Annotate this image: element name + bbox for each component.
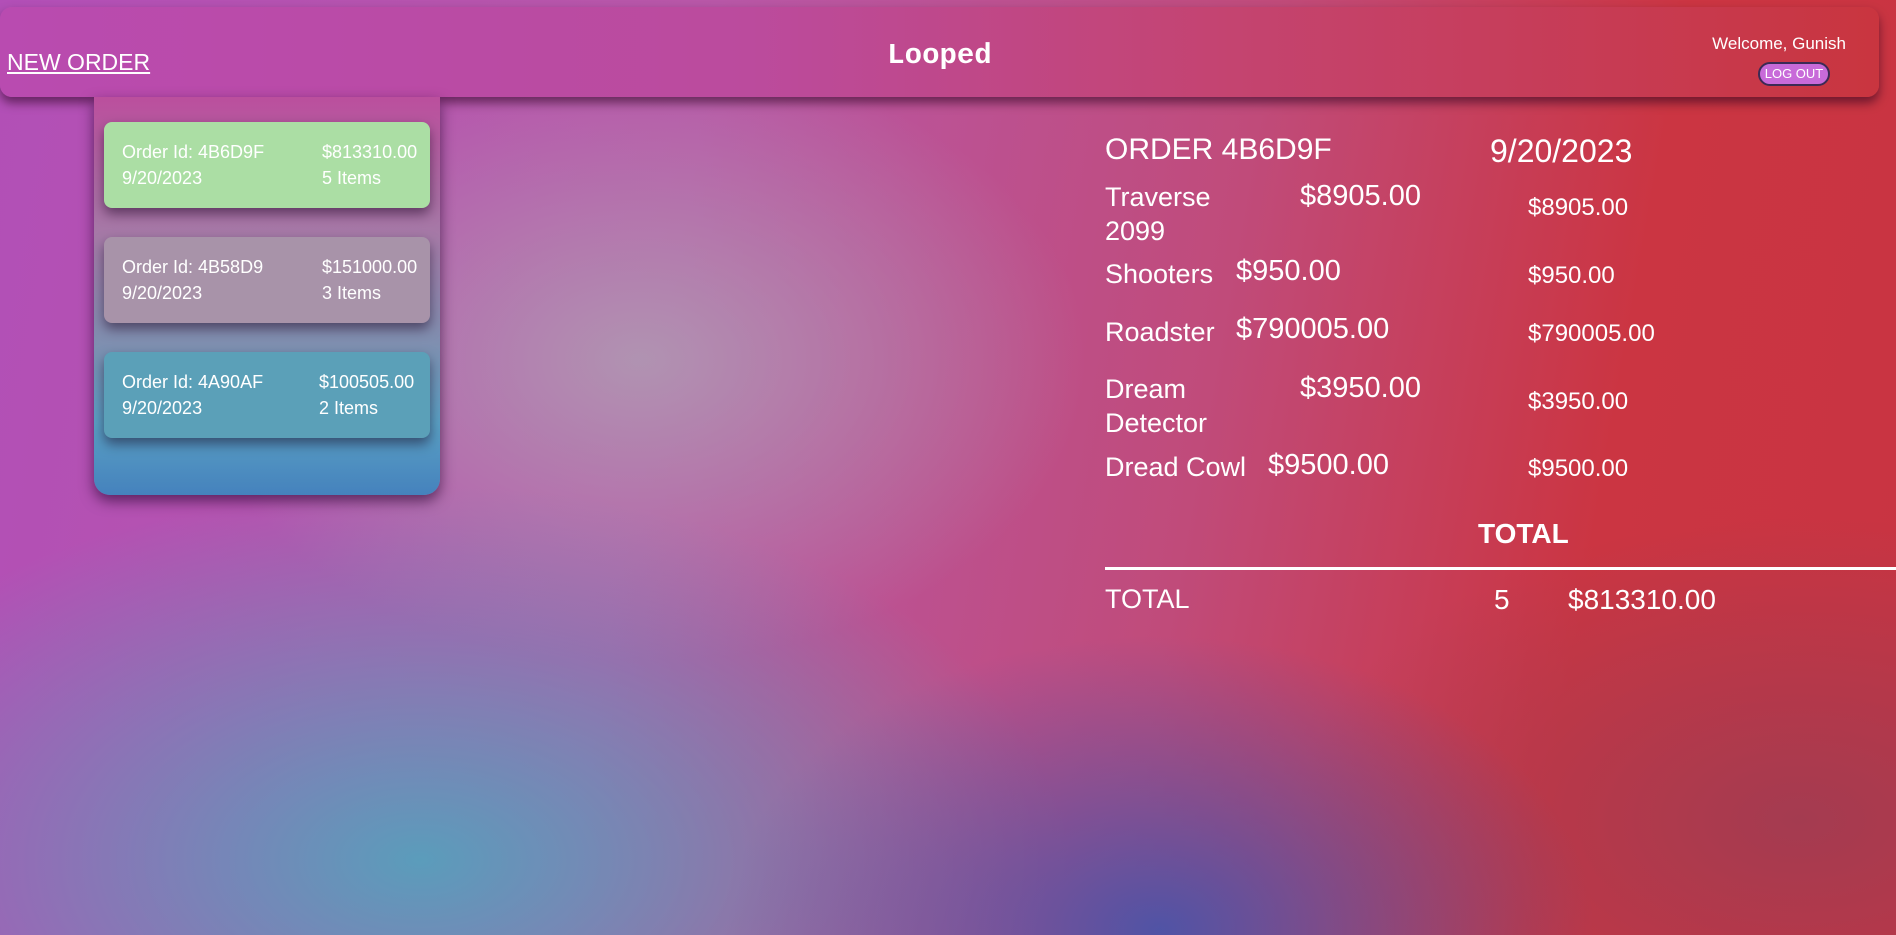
line-item-total: $790005.00 (1528, 320, 1655, 347)
app-title: Looped (887, 39, 992, 72)
total-label: TOTAL (1105, 584, 1190, 614)
top-header-bar: NEW ORDER Looped Welcome, Gunish LOG OUT (0, 7, 1879, 97)
line-item-price: $950.00 (1236, 255, 1341, 287)
order-card[interactable]: Order Id: 4A90AF $100505.00 9/20/2023 2 … (104, 352, 430, 438)
line-item-price: $9500.00 (1268, 449, 1389, 481)
order-id: Order Id: 4B58D9 (122, 257, 264, 277)
order-item-count: 3 Items (322, 283, 382, 303)
order-card[interactable]: Order Id: 4B6D9F $813310.00 9/20/2023 5 … (104, 122, 430, 208)
order-amount: $100505.00 (319, 372, 415, 392)
line-item-total: $3950.00 (1528, 388, 1629, 415)
order-date: 9/20/2023 (122, 398, 203, 418)
line-item-total: $9500.00 (1528, 455, 1629, 482)
order-date: 9/20/2023 (122, 168, 203, 188)
line-item-name: Shooters (1105, 259, 1214, 289)
line-item-price: $8905.00 (1300, 180, 1421, 212)
line-item-price: $790005.00 (1236, 313, 1390, 345)
line-item-name: Roadster (1105, 317, 1215, 347)
order-amount: $813310.00 (322, 142, 418, 162)
order-item-count: 2 Items (319, 398, 379, 418)
welcome-text: Welcome, Gunish (1712, 34, 1846, 53)
order-item-count: 5 Items (322, 168, 382, 188)
line-item-name: Dream Detector (1105, 374, 1208, 438)
line-item-name: Traverse 2099 (1105, 182, 1211, 246)
line-item-total: $8905.00 (1528, 194, 1629, 221)
total-divider (1105, 567, 1896, 570)
order-date: 9/20/2023 (122, 283, 203, 303)
order-card[interactable]: Order Id: 4B58D9 $151000.00 9/20/2023 3 … (104, 237, 430, 323)
line-item-price: $3950.00 (1300, 372, 1421, 404)
order-amount: $151000.00 (322, 257, 418, 277)
order-id: Order Id: 4B6D9F (122, 142, 265, 162)
order-detail-date: 9/20/2023 (1490, 133, 1633, 169)
total-amount: $813310.00 (1568, 584, 1716, 615)
total-item-count: 5 (1494, 584, 1510, 615)
line-item-name: Dread Cowl (1105, 452, 1247, 482)
line-item-total: $950.00 (1528, 262, 1615, 289)
orders-sidebar: Order Id: 4B6D9F $813310.00 9/20/2023 5 … (94, 97, 440, 495)
order-id: Order Id: 4A90AF (122, 372, 264, 392)
order-detail-title: ORDER 4B6D9F (1105, 133, 1332, 166)
total-heading: TOTAL (1478, 518, 1569, 549)
logout-button[interactable]: LOG OUT (1758, 62, 1830, 86)
